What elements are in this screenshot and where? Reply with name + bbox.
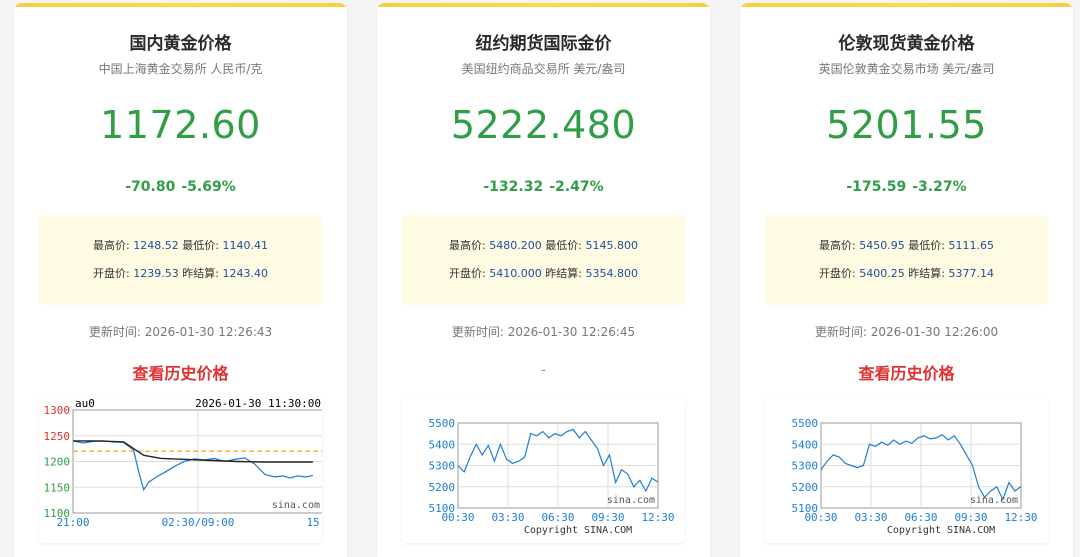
y-tick-label: 5400 (429, 438, 456, 451)
updated-time: 更新时间: 2026-01-30 12:26:43 (88, 325, 273, 339)
card-subtitle: 中国上海黄金交易所 人民币/克 (98, 62, 263, 76)
chart-watermark: sina.com (607, 495, 655, 506)
prev-settle-label: 昨结算: (182, 267, 219, 280)
low-value: 5111.65 (948, 239, 994, 252)
open-value: 1239.53 (133, 267, 179, 280)
open-label: 开盘价: (819, 267, 856, 280)
history-price-link[interactable]: 查看历史价格 (14, 360, 347, 384)
change-percent: -5.69% (181, 179, 236, 195)
x-tick-label: 15:00 (306, 516, 322, 529)
prev-settle-label: 昨结算: (908, 267, 945, 280)
chart-watermark: sina.com (272, 500, 320, 511)
chart-watermark: sina.com (970, 495, 1018, 506)
updated-time: 更新时间: 2026-01-30 12:26:45 (451, 325, 636, 339)
price-change: -132.32 -2.47% (377, 179, 710, 195)
history-placeholder: - (541, 363, 546, 378)
low-label: 最低价: (908, 239, 945, 252)
chart-copyright: Copyright SINA.COM (887, 525, 995, 536)
gold-card-newyork: 纽约期货国际金价 美国纽约商品交易所 美元/盎司 5222.480 -132.3… (377, 3, 710, 557)
low-label: 最低价: (182, 239, 219, 252)
price-stats-box: 最高价: 1248.52 最低价: 1140.41 开盘价: 1239.53 昨… (39, 215, 322, 305)
change-value: -175.59 (846, 179, 907, 195)
card-title: 国内黄金价格 (129, 34, 232, 54)
open-label: 开盘价: (449, 267, 486, 280)
high-label: 最高价: (93, 239, 130, 252)
open-label: 开盘价: (93, 267, 130, 280)
y-tick-label: 5200 (429, 481, 456, 494)
open-value: 5400.25 (859, 267, 905, 280)
card-subtitle: 美国纽约商品交易所 美元/盎司 (461, 62, 626, 76)
price-stats-box: 最高价: 5480.200 最低价: 5145.800 开盘价: 5410.00… (402, 215, 685, 305)
y-tick-label: 1250 (44, 430, 71, 443)
y-tick-label: 5300 (429, 460, 456, 473)
prev-settle-value: 5354.800 (585, 267, 638, 280)
x-tick-label: 03:30 (491, 511, 524, 524)
x-tick-label: 09:30 (591, 511, 624, 524)
y-tick-label: 1200 (44, 456, 71, 469)
x-tick-label: 00:30 (441, 511, 474, 524)
change-percent: -2.47% (549, 179, 604, 195)
x-tick-label: 00:30 (804, 511, 837, 524)
low-label: 最低价: (545, 239, 582, 252)
price-change: -175.59 -3.27% (740, 179, 1073, 195)
y-tick-label: 5500 (792, 417, 819, 430)
chart-timestamp: 2026-01-30 11:30:00 (195, 398, 321, 410)
open-value: 5410.000 (489, 267, 542, 280)
y-tick-label: 1300 (44, 404, 71, 417)
x-tick-label: 03:30 (854, 511, 887, 524)
current-price: 5201.55 (826, 103, 987, 147)
chart-copyright: Copyright SINA.COM (524, 525, 632, 536)
gold-card-london: 伦敦现货黄金价格 英国伦敦黄金交易市场 美元/盎司 5201.55 -175.5… (740, 3, 1073, 557)
price-stats-box: 最高价: 5450.95 最低价: 5111.65 开盘价: 5400.25 昨… (765, 215, 1048, 305)
x-tick-label: 21:00 (56, 516, 89, 529)
y-tick-label: 5400 (792, 438, 819, 451)
high-value: 1248.52 (133, 239, 179, 252)
card-subtitle: 英国伦敦黄金交易市场 美元/盎司 (818, 62, 995, 76)
chart-symbol: au0 (75, 398, 95, 410)
x-tick-label: 06:30 (904, 511, 937, 524)
x-tick-label: 06:30 (541, 511, 574, 524)
x-tick-label: 02:30/09:00 (162, 516, 235, 529)
high-label: 最高价: (819, 239, 856, 252)
change-value: -132.32 (483, 179, 544, 195)
y-tick-label: 5500 (429, 417, 456, 430)
high-value: 5480.200 (489, 239, 542, 252)
y-tick-label: 1150 (44, 481, 71, 494)
price-change: -70.80 -5.69% (14, 179, 347, 195)
intraday-chart-newyork: 5500 5400 5300 5200 5100 00:30 03:30 06:30 09:30… (402, 398, 685, 543)
y-tick-label: 5200 (792, 481, 819, 494)
card-title: 伦敦现货黄金价格 (838, 34, 975, 54)
change-percent: -3.27% (912, 179, 967, 195)
x-tick-label: 12:30 (641, 511, 674, 524)
history-price-link[interactable]: 查看历史价格 (740, 360, 1073, 384)
prev-settle-label: 昨结算: (545, 267, 582, 280)
high-value: 5450.95 (859, 239, 905, 252)
current-price: 5222.480 (450, 103, 637, 147)
intraday-chart-domestic: 1300125012001150110021:0002:30/09:0015:0… (39, 398, 322, 543)
updated-time: 更新时间: 2026-01-30 12:26:00 (814, 325, 999, 339)
x-tick-label: 09:30 (954, 511, 987, 524)
change-value: -70.80 (125, 179, 176, 195)
low-value: 5145.800 (585, 239, 638, 252)
x-tick-label: 12:30 (1004, 511, 1037, 524)
card-title: 纽约期货国际金价 (475, 34, 612, 54)
y-tick-label: 5300 (792, 460, 819, 473)
gold-card-domestic: 国内黄金价格 中国上海黄金交易所 人民币/克 1172.60 -70.80 -5.… (14, 3, 347, 557)
current-price: 1172.60 (100, 103, 261, 147)
prev-settle-value: 5377.14 (948, 267, 994, 280)
intraday-chart-london: 5500 5400 5300 5200 5100 00:30 03:30 06:30 09:30… (765, 398, 1048, 543)
high-label: 最高价: (449, 239, 486, 252)
prev-settle-value: 1243.40 (222, 267, 268, 280)
low-value: 1140.41 (222, 239, 268, 252)
